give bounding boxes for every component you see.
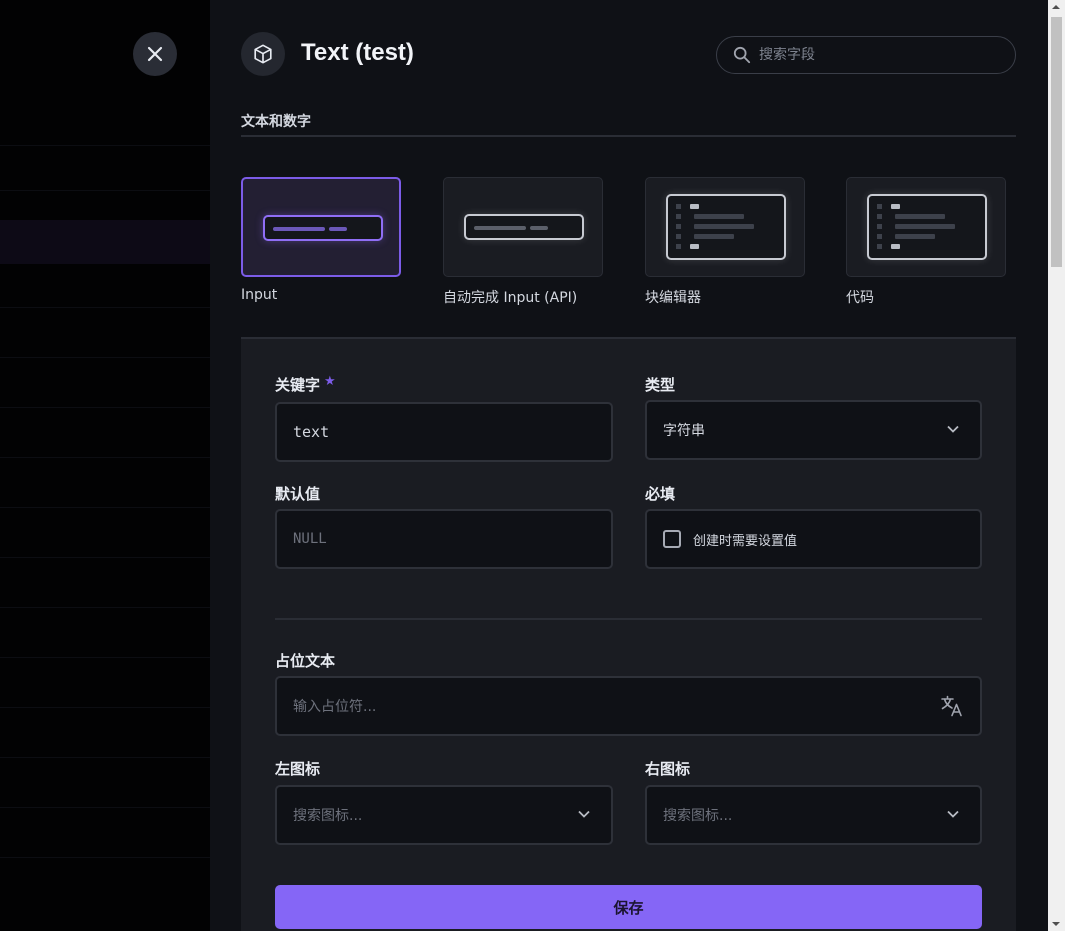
page-scrollbar[interactable] (1048, 0, 1065, 931)
drawer-header: Text (test) (241, 32, 1016, 76)
key-field[interactable]: text (275, 402, 613, 462)
field-config-drawer: Text (test) 文本和数字 Input 自动完成 Input (API) (210, 0, 1048, 931)
placeholder-label: 占位文本 (275, 652, 336, 670)
search-icon (733, 46, 751, 64)
field-search[interactable] (716, 36, 1016, 74)
backdrop-divider (0, 190, 210, 191)
backdrop-divider (0, 507, 210, 508)
backdrop-divider (0, 357, 210, 358)
input-preview-icon (464, 214, 584, 240)
interface-label: Input (241, 287, 278, 303)
required-checkbox-label: 创建时需要设置值 (693, 533, 798, 549)
left-icon-label: 左图标 (275, 760, 321, 778)
backdrop-highlighted-row (0, 220, 210, 264)
type-select[interactable]: 字符串 (645, 400, 982, 460)
backdrop-divider (0, 607, 210, 608)
chevron-down-icon (947, 425, 959, 433)
scroll-up-arrow-icon[interactable] (1052, 5, 1060, 9)
interface-option-block-editor[interactable]: 块编辑器 (645, 177, 805, 307)
scroll-down-arrow-icon[interactable] (1052, 922, 1060, 926)
page-title: Text (test) (301, 39, 414, 66)
right-icon-placeholder: 搜索图标... (663, 808, 733, 824)
interface-thumbnail[interactable] (241, 177, 401, 277)
interface-label: 自动完成 Input (API) (443, 290, 578, 306)
section-divider (275, 618, 982, 620)
type-value: 字符串 (663, 423, 705, 439)
cube-icon (241, 32, 285, 76)
backdrop-divider (0, 707, 210, 708)
left-icon-select[interactable]: 搜索图标... (275, 785, 613, 845)
block-editor-preview-icon (666, 194, 786, 260)
section-divider (241, 135, 1016, 137)
interface-option-input[interactable]: Input (241, 177, 401, 303)
dimmed-backdrop[interactable] (0, 0, 210, 931)
default-value-placeholder: NULL (293, 531, 327, 547)
interface-option-code[interactable]: 代码 (846, 177, 1006, 307)
required-field[interactable]: 创建时需要设置值 (645, 509, 982, 569)
backdrop-divider (0, 307, 210, 308)
backdrop-divider (0, 807, 210, 808)
backdrop-divider (0, 857, 210, 858)
required-label: 必填 (645, 485, 676, 503)
close-drawer-button[interactable] (133, 32, 177, 76)
chevron-down-icon (578, 810, 590, 818)
key-label: 关键字 ★ (275, 374, 336, 395)
interface-label: 代码 (846, 290, 874, 306)
interface-thumbnail[interactable] (645, 177, 805, 277)
section-title: 文本和数字 (241, 114, 311, 130)
default-value-field[interactable]: NULL (275, 509, 613, 569)
interface-option-autocomplete[interactable]: 自动完成 Input (API) (443, 177, 603, 307)
backdrop-divider (0, 757, 210, 758)
type-label: 类型 (645, 376, 676, 394)
close-icon (147, 46, 163, 62)
required-checkbox[interactable] (663, 530, 681, 548)
key-label-text: 关键字 (275, 376, 321, 394)
field-config-panel: 关键字 ★ text 类型 字符串 默认值 NULL 必填 创建时需要设置值 占位… (241, 337, 1016, 931)
chevron-down-icon (947, 810, 959, 818)
key-value: text (293, 423, 330, 441)
left-icon-placeholder: 搜索图标... (293, 808, 363, 824)
input-preview-icon (263, 215, 383, 241)
code-preview-icon (867, 194, 987, 260)
backdrop-divider (0, 145, 210, 146)
scrollbar-thumb[interactable] (1051, 17, 1062, 267)
translate-icon[interactable] (940, 694, 964, 718)
backdrop-divider (0, 657, 210, 658)
right-icon-select[interactable]: 搜索图标... (645, 785, 982, 845)
interface-thumbnail[interactable] (846, 177, 1006, 277)
required-star-icon: ★ (324, 374, 336, 389)
backdrop-divider (0, 407, 210, 408)
save-button[interactable]: 保存 (275, 885, 982, 929)
backdrop-divider (0, 457, 210, 458)
interface-label: 块编辑器 (645, 290, 701, 306)
placeholder-field[interactable]: 输入占位符... (275, 676, 982, 736)
search-input[interactable] (759, 47, 989, 63)
backdrop-divider (0, 557, 210, 558)
default-value-label: 默认值 (275, 485, 321, 503)
placeholder-input-placeholder: 输入占位符... (293, 699, 377, 715)
right-icon-label: 右图标 (645, 760, 691, 778)
interface-thumbnail[interactable] (443, 177, 603, 277)
